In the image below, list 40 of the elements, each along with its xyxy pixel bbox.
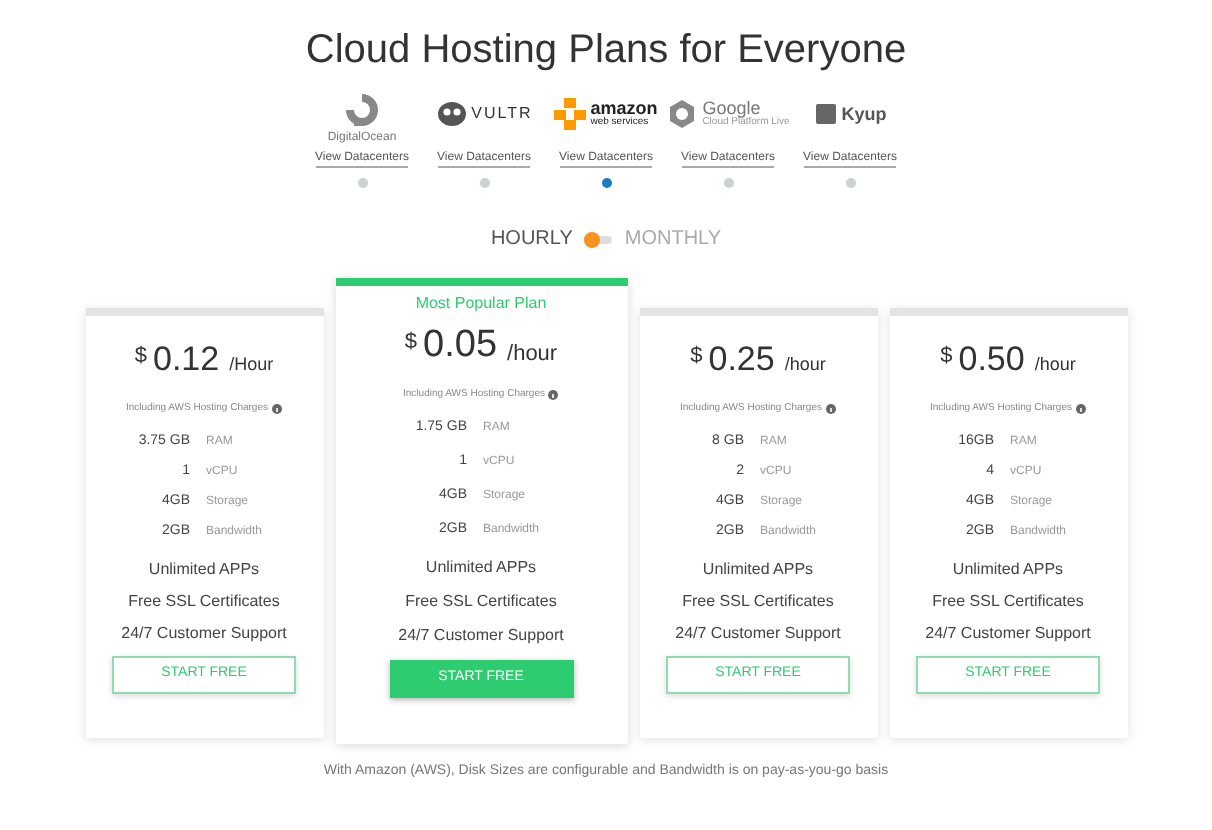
cube-logo-icon (813, 102, 838, 126)
billing-toggle[interactable] (584, 231, 613, 247)
feature-text: Unlimited APPs (148, 557, 260, 581)
boxes-logo-icon (554, 98, 587, 130)
mascot-logo-icon (435, 98, 468, 130)
logo-text: Google (702, 100, 761, 118)
feature-text: Unlimited APPs (702, 557, 814, 581)
feature-text: Unlimited APPs (425, 556, 537, 580)
feature-text: 24/7 Customer Support (398, 624, 564, 648)
price-amount: 0.12 (153, 338, 220, 382)
feature-text: 24/7 Customer Support (121, 621, 287, 645)
price-unit: /hour (1034, 352, 1076, 378)
price-amount: 0.50 (958, 338, 1025, 382)
price-unit: /hour (507, 340, 558, 370)
feature-text: Free SSL Certificates (128, 589, 280, 613)
info-icon[interactable] (548, 389, 559, 400)
feature-text: Free SSL Certificates (405, 590, 557, 614)
feature-text: 24/7 Customer Support (925, 621, 1091, 645)
price-amount: 0.25 (708, 338, 775, 382)
feature-text: 24/7 Customer Support (675, 621, 841, 645)
feature-text: Free SSL Certificates (682, 589, 834, 613)
info-icon[interactable] (1075, 404, 1086, 415)
price-amount: 0.05 (423, 324, 498, 368)
currency-symbol: $ (404, 328, 418, 358)
logo-text: VULTR (471, 106, 533, 122)
price-unit: /Hour (229, 352, 274, 378)
popular-plan-label: Most Popular Plan (415, 292, 547, 316)
price-unit: /hour (784, 352, 826, 378)
logo-text: amazon (590, 100, 658, 118)
feature-text: Free SSL Certificates (932, 589, 1084, 613)
logo-text: Kyup (841, 105, 887, 123)
feature-text: Unlimited APPs (952, 557, 1064, 581)
hexagon-logo-icon (666, 98, 699, 130)
currency-symbol: $ (134, 342, 147, 372)
currency-symbol: $ (940, 342, 953, 372)
page-heading: Cloud Hosting Plans for Everyone (305, 26, 907, 76)
currency-symbol: $ (690, 342, 703, 372)
info-icon[interactable] (825, 404, 836, 415)
billing-option[interactable]: HOURLY (490, 224, 573, 254)
info-icon[interactable] (271, 404, 282, 415)
